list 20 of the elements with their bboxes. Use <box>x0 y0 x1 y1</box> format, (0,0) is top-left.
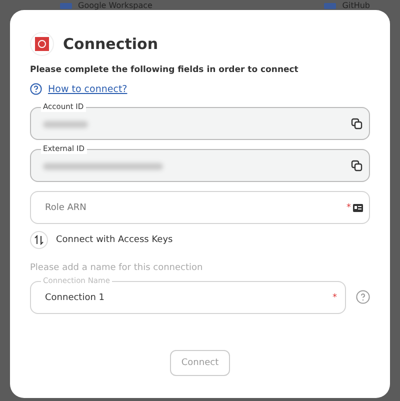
app-name: Google Workspace <box>78 1 152 10</box>
id-card-icon[interactable] <box>353 204 363 212</box>
field-value: Connection 1 <box>45 292 106 302</box>
swap-icon[interactable] <box>34 235 44 245</box>
app-name: GitHub <box>342 1 370 10</box>
input-field[interactable]: Role ARN * <box>30 191 370 224</box>
dialog-title: Connection <box>63 35 158 53</box>
toggle-label: Connect with Access Keys <box>56 235 173 245</box>
swap-button[interactable] <box>30 231 48 249</box>
help-icon[interactable] <box>356 290 370 304</box>
required-mark: * <box>332 292 337 302</box>
app-icon <box>60 2 72 8</box>
field-placeholder: Role ARN <box>45 202 88 212</box>
logo-icon <box>30 32 54 56</box>
app-icon <box>324 2 336 8</box>
how-to-connect-link[interactable]: How to connect? <box>48 84 128 94</box>
required-mark: * <box>346 202 351 212</box>
instructions: Please complete the following fields in order to connect <box>30 65 300 75</box>
help-icon <box>30 83 42 95</box>
name-hint: Please add a name for this connection <box>30 263 204 273</box>
